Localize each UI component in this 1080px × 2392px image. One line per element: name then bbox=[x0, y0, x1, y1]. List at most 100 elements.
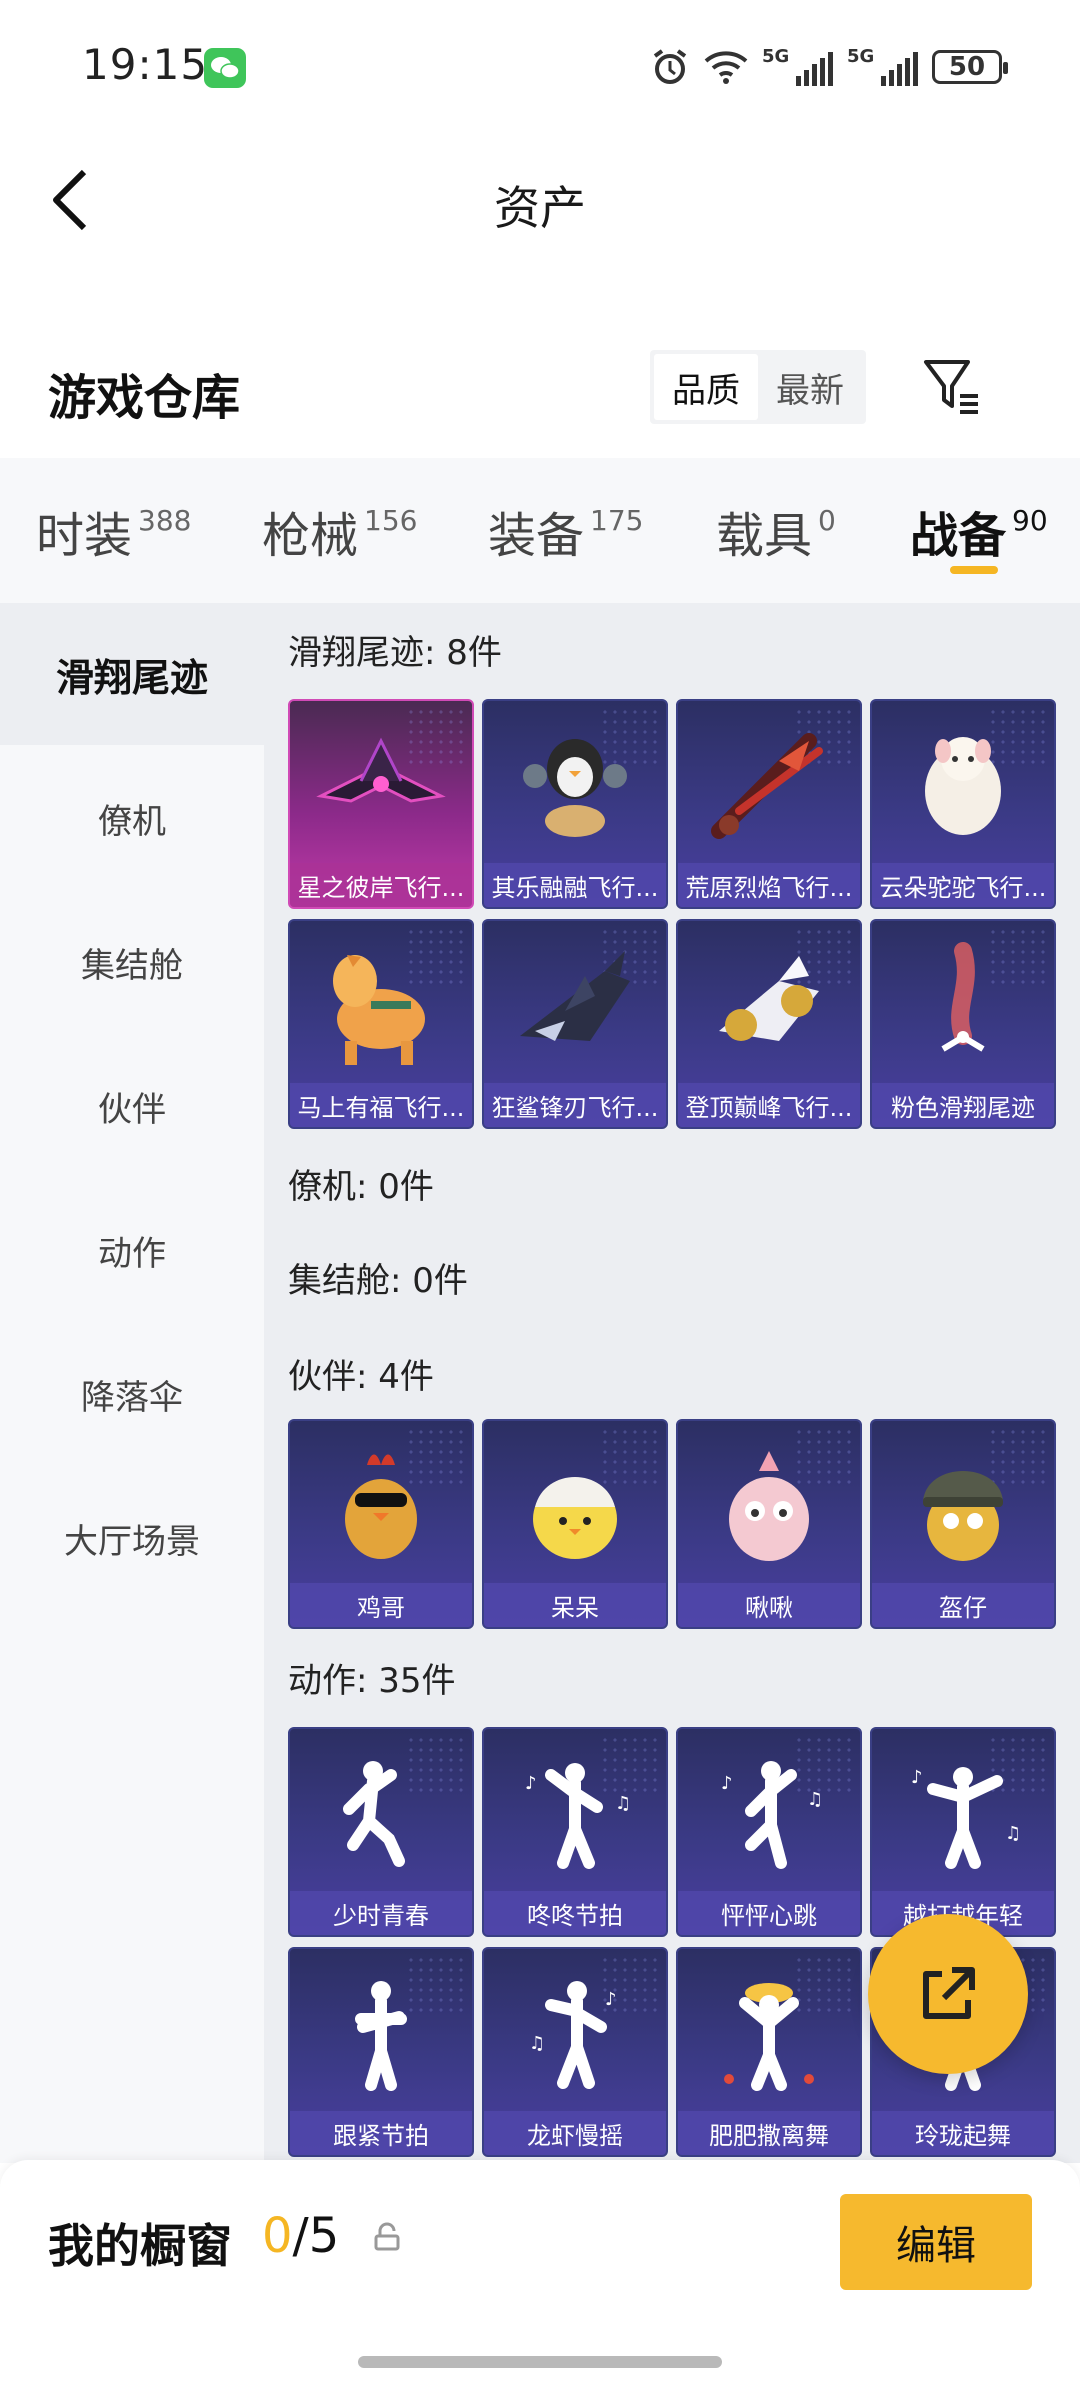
dance-pose-icon: ♪ ♫ bbox=[484, 1959, 666, 2109]
item-card[interactable]: 少时青春 bbox=[288, 1727, 474, 1937]
item-name: 云朵驼驼飞行... bbox=[872, 863, 1054, 907]
warehouse-header: 游戏仓库 品质 最新 bbox=[0, 340, 1080, 450]
item-card[interactable]: 跟紧节拍 bbox=[288, 1947, 474, 2157]
status-bar: 19:15 5G 5G 50 bbox=[0, 0, 1080, 130]
signal-icon: 5G bbox=[847, 46, 918, 86]
horse-glider-icon bbox=[290, 931, 472, 1081]
tab-label: 时装 bbox=[36, 508, 133, 564]
filter-button[interactable] bbox=[920, 354, 984, 418]
svg-text:♪: ♪ bbox=[721, 1773, 733, 1794]
svg-text:♫: ♫ bbox=[807, 1789, 823, 1810]
chicken-companion-icon bbox=[290, 1431, 472, 1581]
tab-weapons[interactable]: 枪械 156 bbox=[262, 496, 417, 566]
battery-icon: 50 bbox=[932, 50, 1008, 84]
filter-icon bbox=[924, 360, 978, 414]
tab-vehicles[interactable]: 载具 0 bbox=[716, 496, 836, 566]
item-name: 狂鲨锋刃飞行... bbox=[484, 1083, 666, 1127]
item-card[interactable]: 登顶巅峰飞行... bbox=[676, 919, 862, 1129]
tab-label: 枪械 bbox=[262, 508, 359, 564]
edit-button[interactable]: 编辑 bbox=[840, 2194, 1032, 2290]
section-title: 集结舱: 0件 bbox=[288, 1261, 468, 1301]
item-card[interactable]: 云朵驼驼飞行... bbox=[870, 699, 1056, 909]
item-name: 呆呆 bbox=[484, 1583, 666, 1627]
sidebar: 滑翔尾迹 僚机 集结舱 伙伴 动作 降落伞 大厅场景 bbox=[0, 603, 264, 2163]
active-tab-indicator bbox=[950, 566, 998, 574]
status-time: 19:15 bbox=[82, 40, 209, 89]
section-title: 伙伴: 4件 bbox=[288, 1357, 434, 1397]
item-name: 荒原烈焰飞行... bbox=[678, 863, 860, 907]
item-name: 盔仔 bbox=[872, 1583, 1054, 1627]
item-card[interactable]: 星之彼岸飞行... bbox=[288, 699, 474, 909]
item-card[interactable]: 其乐融融飞行... bbox=[482, 699, 668, 909]
item-card[interactable]: 粉色滑翔尾迹 bbox=[870, 919, 1056, 1129]
item-name: 跟紧节拍 bbox=[290, 2111, 472, 2155]
glider-art-icon bbox=[290, 711, 472, 861]
category-tabs: 时装 388 枪械 156 装备 175 载具 0 战备 90 bbox=[0, 458, 1080, 603]
sidebar-item-parachute[interactable]: 降落伞 bbox=[0, 1323, 264, 1465]
warehouse-title: 游戏仓库 bbox=[48, 370, 241, 426]
dance-pose-icon: ♪ ♫ bbox=[872, 1739, 1054, 1889]
signal-label: 5G bbox=[847, 46, 875, 67]
dance-pose-icon: ♪ ♫ bbox=[678, 1739, 860, 1889]
penguin-glider-icon bbox=[484, 711, 666, 861]
sort-newest-button[interactable]: 最新 bbox=[758, 354, 862, 420]
item-name: 星之彼岸飞行... bbox=[290, 863, 472, 907]
svg-text:♫: ♫ bbox=[615, 1793, 631, 1814]
item-name: 玲珑起舞 bbox=[872, 2111, 1054, 2155]
wechat-icon bbox=[204, 48, 246, 88]
tab-equipment[interactable]: 装备 175 bbox=[488, 496, 643, 566]
dance-pose-icon bbox=[290, 1739, 472, 1889]
item-card[interactable]: 荒原烈焰飞行... bbox=[676, 699, 862, 909]
item-name: 肥肥撒离舞 bbox=[678, 2111, 860, 2155]
item-name: 啾啾 bbox=[678, 1583, 860, 1627]
signal-label: 5G bbox=[762, 46, 790, 67]
item-name: 少时青春 bbox=[290, 1891, 472, 1935]
item-card[interactable]: 鸡哥 bbox=[288, 1419, 474, 1629]
showcase-count-current: 0 bbox=[262, 2208, 293, 2264]
app-header: 资产 bbox=[0, 140, 1080, 260]
jet-glider-icon bbox=[678, 931, 860, 1081]
svg-text:♪: ♪ bbox=[911, 1767, 923, 1788]
shark-glider-icon bbox=[484, 931, 666, 1081]
item-card[interactable]: 盔仔 bbox=[870, 1419, 1056, 1629]
item-card[interactable]: 呆呆 bbox=[482, 1419, 668, 1629]
tab-label: 战备 bbox=[910, 508, 1007, 564]
wifi-icon bbox=[704, 51, 748, 84]
svg-text:♪: ♪ bbox=[605, 1989, 617, 2010]
item-card[interactable]: 肥肥撒离舞 bbox=[676, 1947, 862, 2157]
tab-combat-gear[interactable]: 战备 90 bbox=[910, 496, 1048, 566]
item-name: 马上有福飞行... bbox=[290, 1083, 472, 1127]
home-indicator[interactable] bbox=[358, 2356, 722, 2368]
item-card[interactable]: 马上有福飞行... bbox=[288, 919, 474, 1129]
item-card[interactable]: ♪ ♫ 怦怦心跳 bbox=[676, 1727, 862, 1937]
tab-count: 175 bbox=[590, 504, 644, 537]
tab-label: 装备 bbox=[488, 508, 585, 564]
item-card[interactable]: ♪♫ 越打越年轻 bbox=[870, 1727, 1056, 1937]
dance-pose-icon: ♪ ♫ bbox=[484, 1739, 666, 1889]
dance-pose-icon bbox=[290, 1959, 472, 2109]
sidebar-item-lobby-scene[interactable]: 大厅场景 bbox=[0, 1467, 264, 1609]
section-title: 动作: 35件 bbox=[288, 1661, 456, 1701]
item-card[interactable]: 啾啾 bbox=[676, 1419, 862, 1629]
tab-fashion[interactable]: 时装 388 bbox=[36, 496, 191, 566]
sidebar-item-emote[interactable]: 动作 bbox=[0, 1179, 264, 1321]
sidebar-item-pod[interactable]: 集结舱 bbox=[0, 891, 264, 1033]
showcase-count-total: /5 bbox=[292, 2208, 340, 2264]
lock-icon bbox=[374, 2222, 400, 2251]
section-title: 僚机: 0件 bbox=[288, 1167, 434, 1207]
sort-quality-button[interactable]: 品质 bbox=[654, 354, 758, 420]
battery-level: 50 bbox=[948, 52, 986, 82]
sidebar-item-wingman[interactable]: 僚机 bbox=[0, 747, 264, 889]
tab-count: 156 bbox=[364, 504, 418, 537]
sidebar-item-companion[interactable]: 伙伴 bbox=[0, 1035, 264, 1177]
page-title: 资产 bbox=[494, 181, 586, 235]
sidebar-item-glide-trail[interactable]: 滑翔尾迹 bbox=[0, 603, 264, 745]
item-card[interactable]: ♪ ♫ 龙虾慢摇 bbox=[482, 1947, 668, 2157]
item-name: 龙虾慢摇 bbox=[484, 2111, 666, 2155]
pink-trail-icon bbox=[872, 931, 1054, 1081]
share-button[interactable] bbox=[868, 1914, 1028, 2074]
item-card[interactable]: 狂鲨锋刃飞行... bbox=[482, 919, 668, 1129]
flame-glider-icon bbox=[678, 711, 860, 861]
item-card[interactable]: ♪ ♫ 咚咚节拍 bbox=[482, 1727, 668, 1937]
chick-companion-icon bbox=[484, 1431, 666, 1581]
